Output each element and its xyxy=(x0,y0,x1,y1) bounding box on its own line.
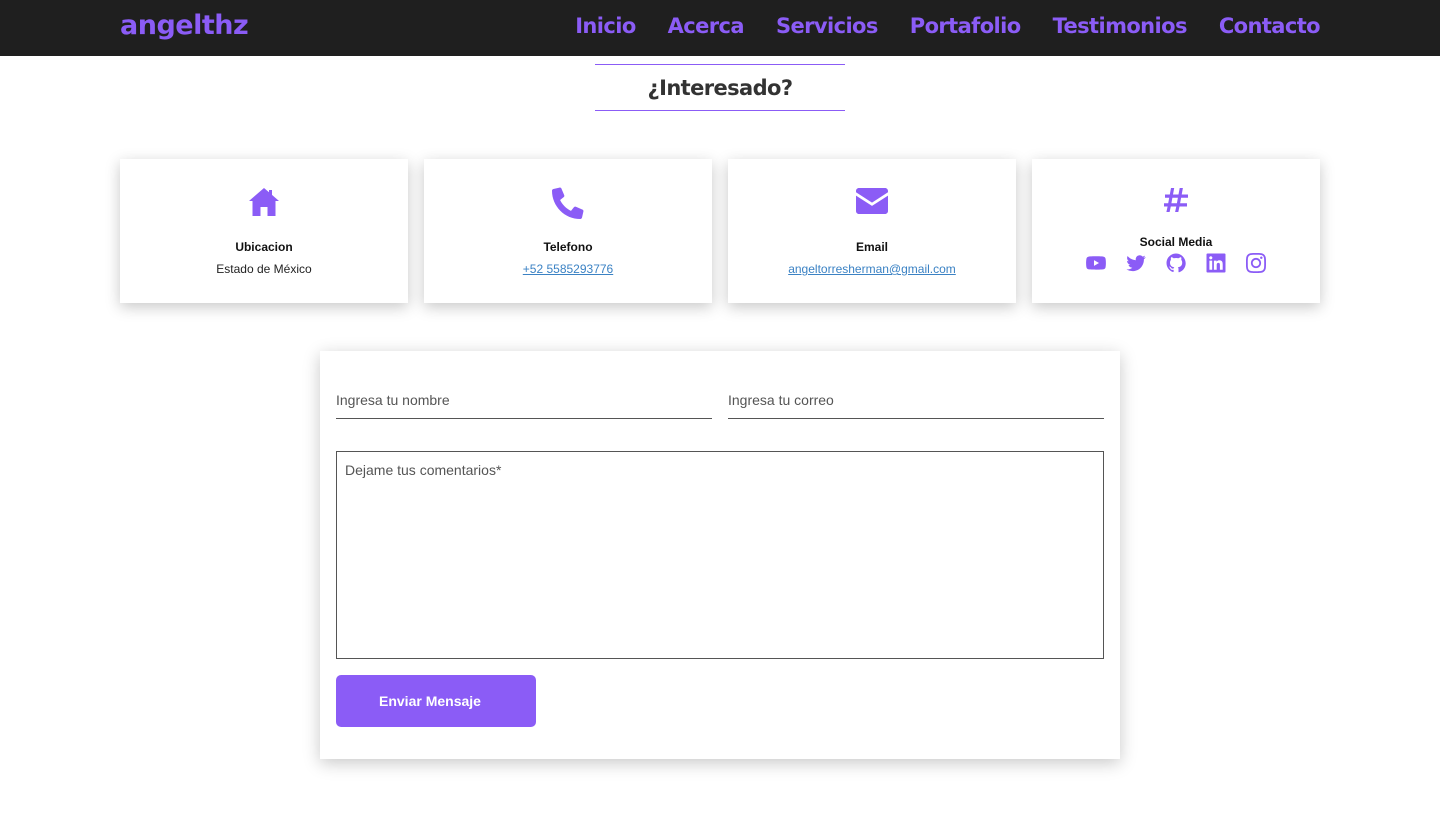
phone-link[interactable]: +52 5585293776 xyxy=(523,262,613,276)
social-links xyxy=(1032,253,1320,273)
email-input[interactable] xyxy=(728,381,1104,419)
twitter-icon[interactable] xyxy=(1126,253,1146,273)
phone-icon xyxy=(424,187,712,219)
nav-link-portafolio[interactable]: Portafolio xyxy=(910,14,1021,38)
contact-form: Enviar Mensaje xyxy=(320,351,1120,759)
home-icon xyxy=(120,187,408,217)
email-link[interactable]: angeltorresherman@gmail.com xyxy=(788,262,956,276)
email-card: Email angeltorresherman@gmail.com xyxy=(728,159,1016,303)
envelope-icon xyxy=(728,188,1016,214)
nav-link-contacto[interactable]: Contacto xyxy=(1219,14,1321,38)
email-text-wrap: angeltorresherman@gmail.com xyxy=(728,262,1016,276)
hashtag-icon xyxy=(1032,187,1320,213)
section-title-box: ¿Interesado? xyxy=(595,64,845,111)
linkedin-icon[interactable] xyxy=(1206,253,1226,273)
send-message-button[interactable]: Enviar Mensaje xyxy=(336,675,536,727)
nav-link-inicio[interactable]: Inicio xyxy=(575,14,636,38)
site-logo[interactable]: angelthz xyxy=(120,10,249,41)
phone-text-wrap: +52 5585293776 xyxy=(424,262,712,276)
location-card: Ubicacion Estado de México xyxy=(120,159,408,303)
location-text: Estado de México xyxy=(216,262,312,276)
email-title: Email xyxy=(855,240,888,254)
main-nav: Inicio Acerca Servicios Portafolio Testi… xyxy=(575,14,1320,38)
name-input[interactable] xyxy=(336,381,712,419)
social-card: Social Media xyxy=(1032,159,1320,303)
social-title: Social Media xyxy=(1139,235,1213,249)
nav-link-testimonios[interactable]: Testimonios xyxy=(1053,14,1188,38)
phone-title: Telefono xyxy=(543,240,593,254)
nav-link-acerca[interactable]: Acerca xyxy=(668,14,745,38)
navbar: angelthz Inicio Acerca Servicios Portafo… xyxy=(0,0,1440,56)
location-title: Ubicacion xyxy=(235,240,293,254)
youtube-icon[interactable] xyxy=(1086,253,1106,273)
instagram-icon[interactable] xyxy=(1246,253,1266,273)
section-title: ¿Interesado? xyxy=(647,75,794,100)
comments-textarea[interactable] xyxy=(336,451,1104,659)
github-icon[interactable] xyxy=(1166,253,1186,273)
phone-card: Telefono +52 5585293776 xyxy=(424,159,712,303)
nav-link-servicios[interactable]: Servicios xyxy=(776,14,878,38)
